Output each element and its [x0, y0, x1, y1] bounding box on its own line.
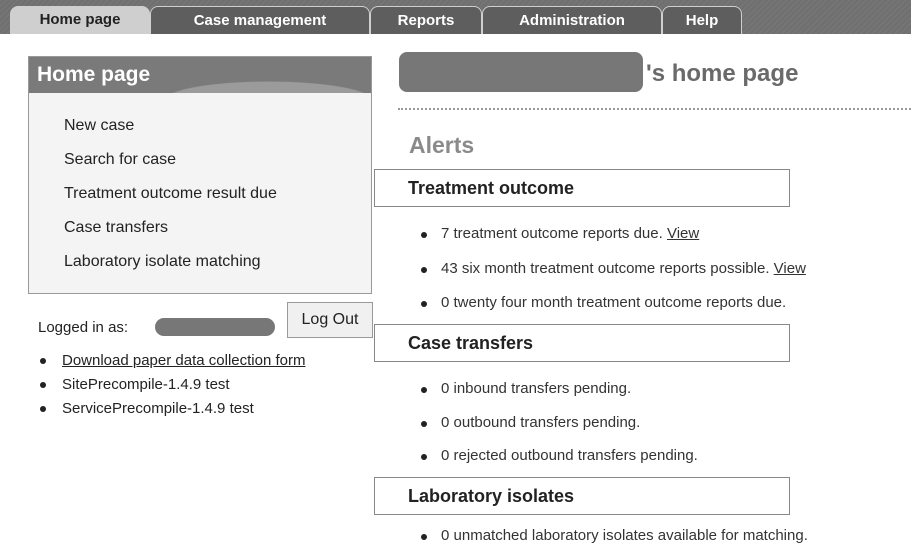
sidebar-menu: New case Search for case Treatment outco…	[64, 109, 277, 279]
alert-text: 0 inbound transfers pending.	[441, 380, 632, 397]
download-form-link[interactable]: Download paper data collection form	[38, 349, 305, 373]
title-divider	[398, 108, 911, 110]
sidebar-title: Home page	[29, 57, 371, 93]
alert-item: 7 treatment outcome reports due. View	[421, 225, 699, 242]
sidebar-item-treatment-outcome-result-due[interactable]: Treatment outcome result due	[64, 177, 277, 211]
alert-item: 0 inbound transfers pending.	[421, 380, 631, 397]
sidebar-item-new-case[interactable]: New case	[64, 109, 277, 143]
tab-case-management[interactable]: Case management	[150, 6, 370, 34]
sidebar-item-case-transfers[interactable]: Case transfers	[64, 211, 277, 245]
redacted-username	[155, 318, 275, 336]
alert-item: 0 twenty four month treatment outcome re…	[421, 294, 786, 311]
log-out-button[interactable]: Log Out	[287, 302, 373, 338]
service-precompile-label: ServicePrecompile-1.4.9 test	[38, 397, 305, 421]
tab-administration[interactable]: Administration	[482, 6, 662, 34]
tab-help[interactable]: Help	[662, 6, 742, 34]
alerts-heading: Alerts	[409, 132, 475, 158]
sidebar-item-search-for-case[interactable]: Search for case	[64, 143, 277, 177]
view-link[interactable]: View	[667, 225, 699, 242]
alert-text: 43 six month treatment outcome reports p…	[441, 260, 770, 277]
redacted-user-name	[399, 52, 643, 92]
alert-item: 0 rejected outbound transfers pending.	[421, 447, 698, 464]
alert-text: 0 twenty four month treatment outcome re…	[441, 294, 787, 311]
view-link[interactable]: View	[774, 260, 806, 277]
sidebar-home-box: Home page New case Search for case Treat…	[28, 56, 372, 294]
alert-text: 0 outbound transfers pending.	[441, 414, 641, 431]
alert-text: 0 rejected outbound transfers pending.	[441, 447, 698, 464]
alert-text: 0 unmatched laboratory isolates availabl…	[441, 527, 808, 544]
sidebar-links: Download paper data collection form Site…	[38, 349, 305, 421]
top-navigation: Home page Case management Reports Admini…	[0, 0, 911, 34]
alert-item: 0 outbound transfers pending.	[421, 414, 640, 431]
page-title: 's home page	[646, 60, 799, 87]
logged-in-label: Logged in as:	[38, 319, 129, 336]
sidebar-item-laboratory-isolate-matching[interactable]: Laboratory isolate matching	[64, 245, 277, 279]
alert-item: 43 six month treatment outcome reports p…	[421, 260, 806, 277]
section-case-transfers: Case transfers	[374, 324, 790, 362]
tab-home-page[interactable]: Home page	[10, 6, 150, 34]
section-laboratory-isolates: Laboratory isolates	[374, 477, 790, 515]
alert-item: 0 unmatched laboratory isolates availabl…	[421, 527, 808, 544]
section-treatment-outcome: Treatment outcome	[374, 169, 790, 207]
tab-reports[interactable]: Reports	[370, 6, 482, 34]
alert-text: 7 treatment outcome reports due.	[441, 225, 663, 242]
site-precompile-label: SitePrecompile-1.4.9 test	[38, 373, 305, 397]
